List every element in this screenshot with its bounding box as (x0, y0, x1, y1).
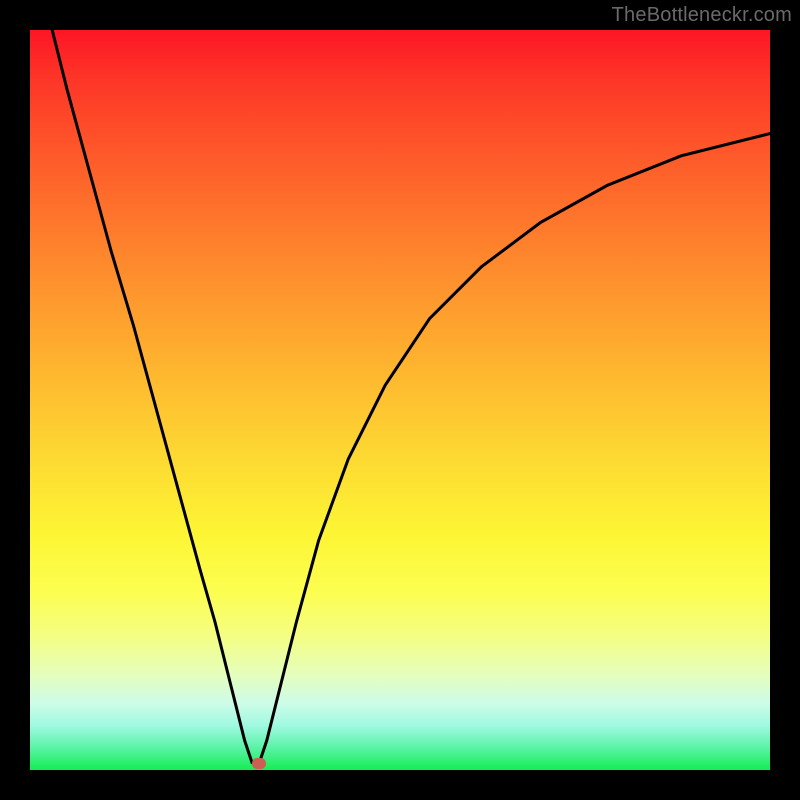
chart-frame: TheBottleneckr.com (0, 0, 800, 800)
chart-plot-area (30, 30, 770, 770)
watermark-text: TheBottleneckr.com (612, 4, 792, 27)
chart-curve (52, 30, 770, 763)
chart-marker (252, 758, 266, 769)
chart-curve-svg (30, 30, 770, 770)
